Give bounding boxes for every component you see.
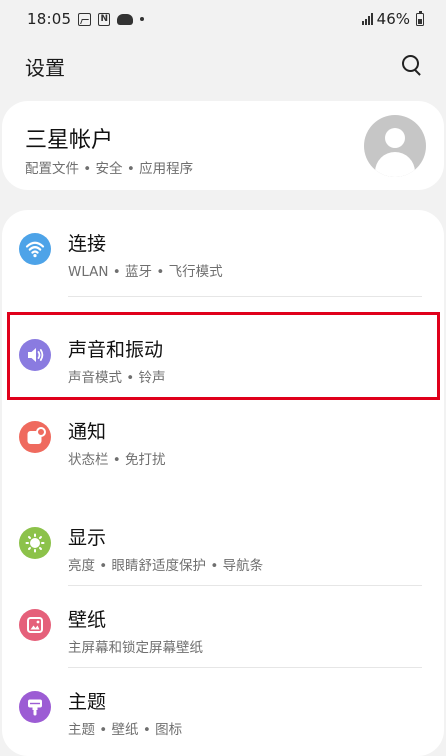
settings-item-display[interactable]: 显示 亮度 • 眼睛舒适度保护 • 导航条 — [2, 504, 444, 584]
divider — [68, 296, 422, 297]
status-left: 18:05 N — [27, 10, 145, 28]
settings-item-title: 声音和振动 — [68, 339, 164, 361]
settings-group-personalization: 显示 亮度 • 眼睛舒适度保护 • 导航条 壁纸 主屏幕和锁定屏幕壁纸 主题 主… — [2, 500, 444, 756]
settings-item-subtitle: 状态栏 • 免打扰 — [68, 452, 166, 468]
settings-item-subtitle: 主题 • 壁纸 • 图标 — [68, 722, 183, 738]
settings-item-connections[interactable]: 连接 WLAN • 蓝牙 • 飞行模式 — [2, 210, 444, 290]
account-title: 三星帐户 — [25, 128, 114, 153]
gallery-notification-icon — [78, 12, 92, 26]
settings-item-title: 通知 — [68, 421, 107, 443]
settings-item-notifications[interactable]: 通知 状态栏 • 免打扰 — [2, 398, 444, 478]
notification-icon — [19, 421, 51, 453]
cloud-icon — [117, 13, 134, 25]
avatar[interactable] — [364, 115, 426, 177]
settings-item-title: 壁纸 — [68, 609, 107, 631]
more-notifications-dot-icon — [140, 17, 145, 21]
settings-item-sound-vibration[interactable]: 声音和振动 声音模式 • 铃声 — [2, 316, 444, 396]
search-icon[interactable] — [400, 53, 426, 79]
wallpaper-icon — [19, 609, 51, 641]
status-right: 46% — [361, 10, 424, 28]
nfc-icon: N — [98, 12, 111, 26]
settings-item-title: 显示 — [68, 527, 107, 549]
wifi-icon — [19, 233, 51, 265]
settings-item-subtitle: 主屏幕和锁定屏幕壁纸 — [68, 640, 203, 656]
brightness-icon — [19, 527, 51, 559]
settings-item-subtitle: 亮度 • 眼睛舒适度保护 • 导航条 — [68, 558, 264, 574]
theme-icon — [19, 691, 51, 723]
settings-item-subtitle: 声音模式 • 铃声 — [68, 370, 166, 386]
signal-icon — [361, 13, 373, 25]
battery-icon — [416, 10, 424, 26]
samsung-account-card[interactable]: 三星帐户 配置文件 • 安全 • 应用程序 — [2, 101, 444, 190]
battery-percent: 46% — [376, 10, 410, 28]
settings-item-themes[interactable]: 主题 主题 • 壁纸 • 图标 — [2, 668, 444, 748]
status-time: 18:05 — [27, 10, 72, 28]
settings-item-title: 连接 — [68, 233, 107, 255]
settings-item-title: 主题 — [68, 691, 107, 713]
volume-icon — [19, 339, 51, 371]
account-subtitle: 配置文件 • 安全 • 应用程序 — [25, 161, 194, 177]
settings-item-wallpaper[interactable]: 壁纸 主屏幕和锁定屏幕壁纸 — [2, 586, 444, 666]
page-title: 设置 — [25, 55, 65, 80]
settings-item-subtitle: WLAN • 蓝牙 • 飞行模式 — [68, 264, 223, 280]
status-bar: 18:05 N 46% — [0, 0, 446, 38]
settings-header: 设置 — [0, 38, 446, 94]
